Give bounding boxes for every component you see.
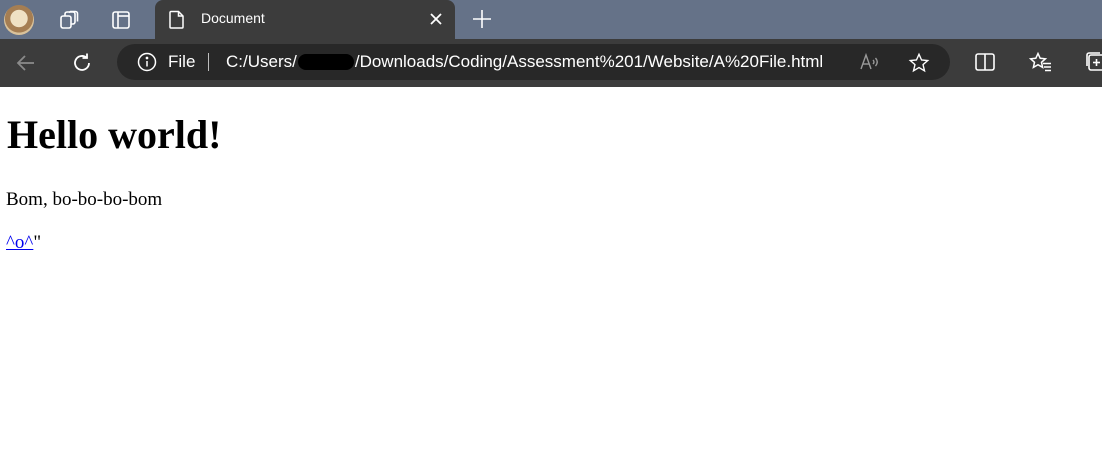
- read-aloud-icon[interactable]: [859, 52, 881, 77]
- workspaces-icon[interactable]: [55, 6, 83, 34]
- redacted-username: [297, 54, 354, 70]
- refresh-icon[interactable]: [70, 51, 94, 75]
- collections-icon[interactable]: [1085, 51, 1102, 75]
- link-trailing-text: ": [33, 232, 42, 253]
- link-line: ^o^": [6, 232, 41, 254]
- info-icon[interactable]: [137, 52, 157, 77]
- url-text[interactable]: C:/Users/ /Downloads/Coding/Assessment%2…: [226, 52, 823, 72]
- profile-avatar[interactable]: [4, 5, 34, 35]
- url-prefix: C:/Users/: [226, 52, 297, 71]
- favorites-icon[interactable]: [1028, 51, 1053, 75]
- browser-toolbar: File C:/Users/ /Downloads/Coding/Assessm…: [0, 39, 1102, 87]
- page-link[interactable]: ^o^: [6, 232, 33, 253]
- url-suffix: /Downloads/Coding/Assessment%201/Website…: [354, 52, 824, 71]
- back-arrow-icon[interactable]: [14, 51, 38, 75]
- address-bar[interactable]: File C:/Users/ /Downloads/Coding/Assessm…: [117, 44, 950, 80]
- address-separator: [208, 53, 209, 71]
- tab-bar: Document: [0, 0, 1102, 39]
- document-icon: [169, 10, 185, 34]
- tab-actions-icon[interactable]: [107, 6, 135, 34]
- page-paragraph: Bom, bo-bo-bo-bom: [6, 189, 163, 210]
- active-tab[interactable]: Document: [155, 0, 455, 39]
- close-icon[interactable]: [429, 12, 443, 26]
- page-content: Hello world! Bom, bo-bo-bo-bom ^o^": [0, 87, 1102, 476]
- plus-icon[interactable]: [470, 7, 494, 31]
- split-screen-icon[interactable]: [974, 51, 998, 75]
- star-icon[interactable]: [908, 52, 930, 79]
- scheme-label: File: [168, 52, 196, 71]
- page-heading: Hello world!: [7, 112, 222, 157]
- tab-title: Document: [201, 10, 265, 26]
